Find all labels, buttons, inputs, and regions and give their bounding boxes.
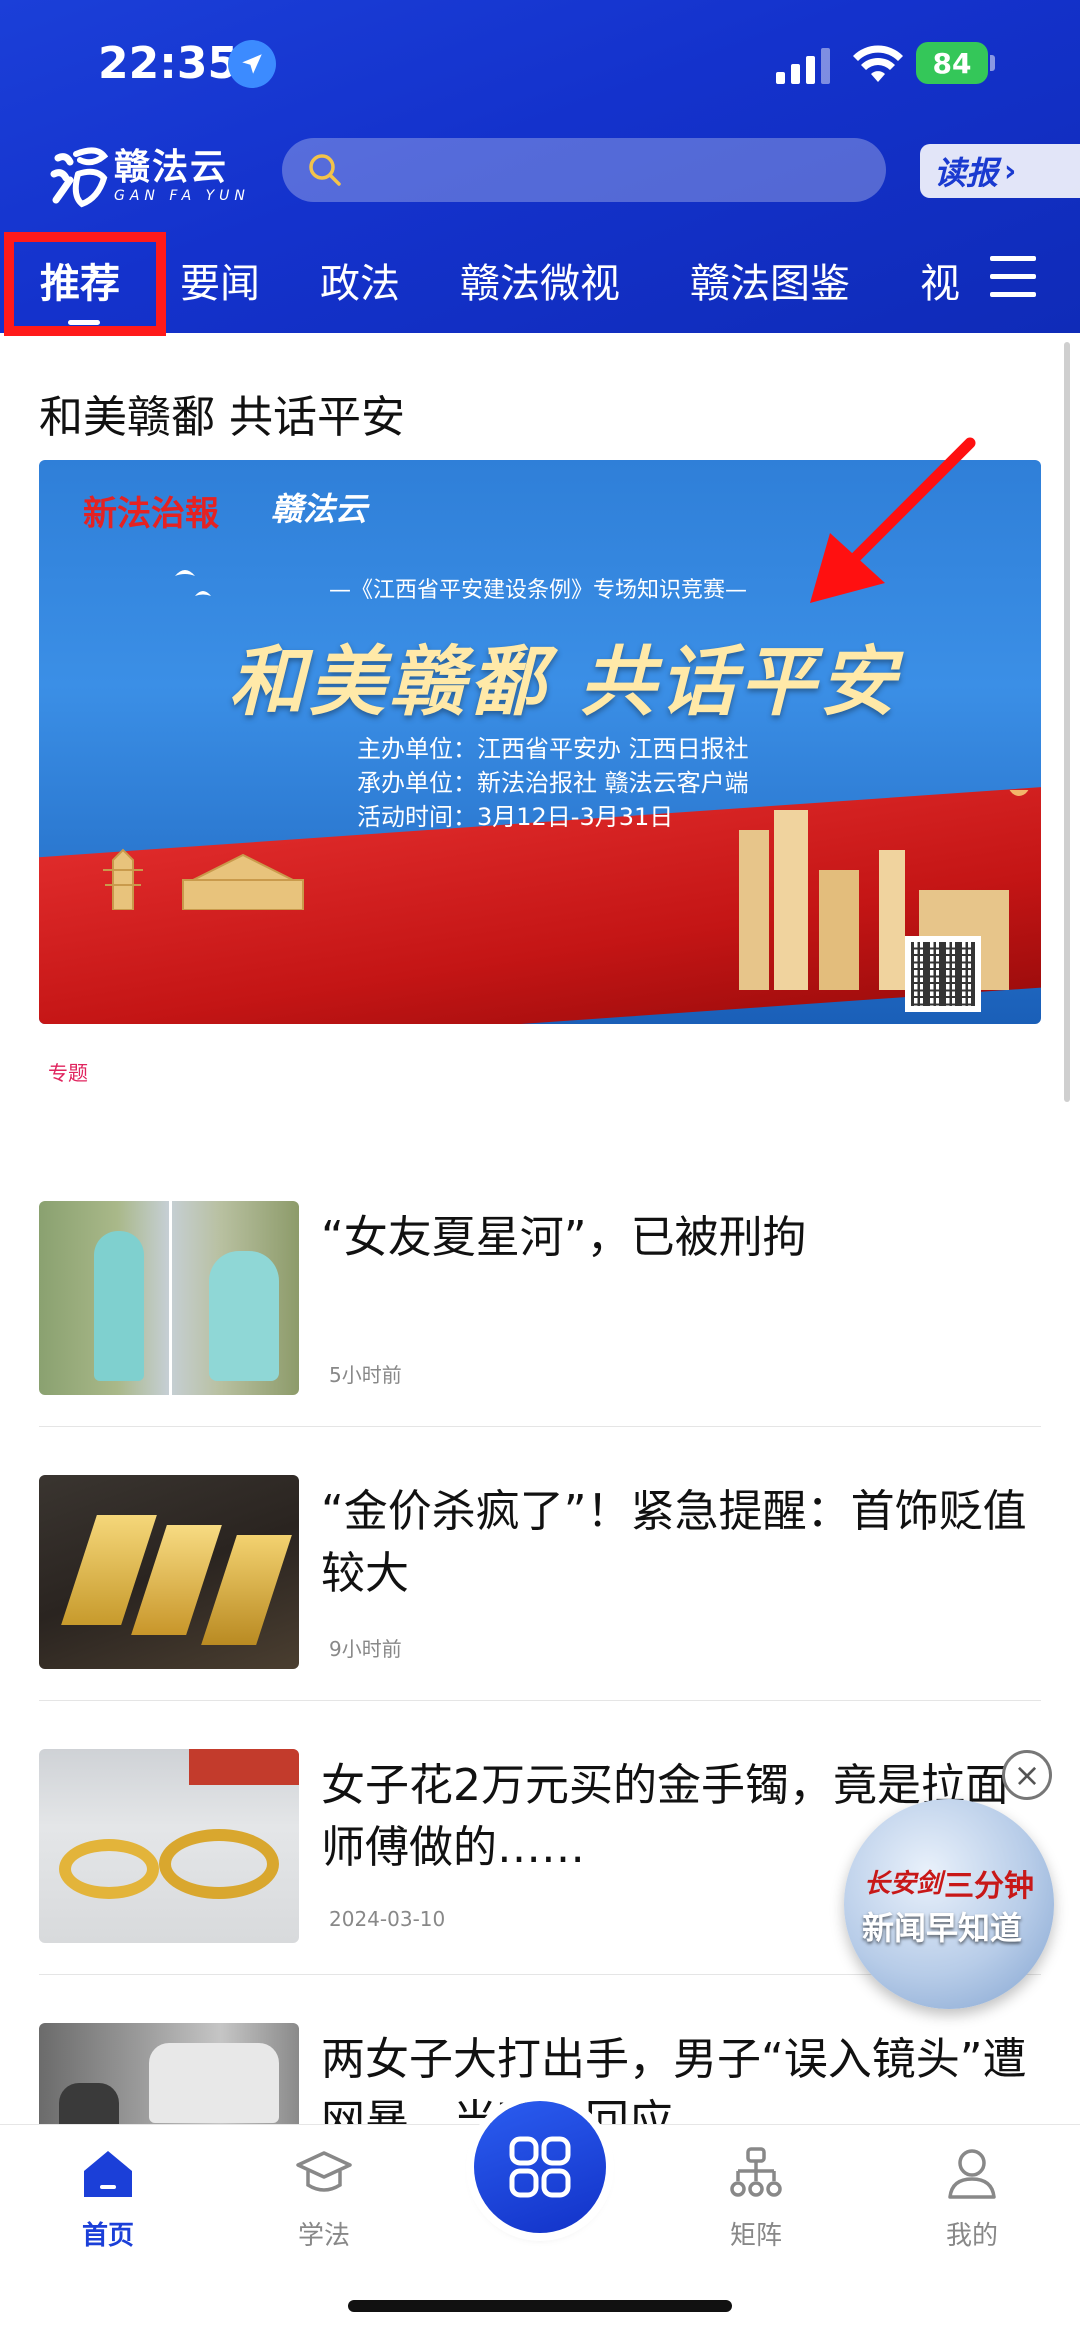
user-icon — [948, 2149, 996, 2199]
nav-matrix[interactable]: 矩阵 — [696, 2145, 816, 2252]
tab-picture-guide[interactable]: 赣法图鉴 — [690, 250, 850, 310]
tab-politics-law[interactable]: 政法 — [320, 250, 400, 310]
ad-duration-text: 三分钟 — [944, 1869, 1034, 1904]
logo-text-cn: 赣法云 — [114, 147, 229, 188]
news-thumbnail — [39, 1475, 299, 1669]
news-feed: 和美赣鄱 共话平安 新法治報 赣法云 —《江西省平安建设条例》专场知识竞赛— 和… — [0, 333, 1080, 2125]
floating-news-ad[interactable]: 长安剑 三分钟 新闻早知道 — [844, 1799, 1054, 2009]
banner-subtitle: —《江西省平安建设条例》专场知识竞赛— — [329, 578, 748, 603]
wifi-icon — [853, 45, 903, 82]
pagoda-illustration-icon — [103, 848, 304, 910]
read-newspaper-label: 读报 — [934, 154, 999, 192]
news-item[interactable]: “金价杀疯了”！紧急提醒：首饰贬值较大 9小时前 — [39, 1475, 1041, 1669]
battery-level: 84 — [932, 46, 972, 80]
nav-profile-label: 我的 — [945, 2221, 998, 2251]
news-title: 两女子大打出手，男子“误入镜头”遭网暴，当事人回应 — [321, 2034, 1027, 2125]
news-time: 5小时前 — [329, 1363, 402, 1387]
status-time: 22:35 — [98, 38, 239, 89]
ad-brand-text: 长安剑 — [864, 1869, 943, 1899]
battery-indicator: 84 — [916, 42, 988, 84]
news-thumbnail — [39, 1749, 299, 1943]
scrollbar[interactable] — [1064, 342, 1070, 1102]
chevron-right-icon: › — [1004, 153, 1017, 189]
home-icon — [84, 2151, 132, 2197]
news-thumbnail — [39, 1201, 299, 1395]
close-ad-button[interactable]: × — [1002, 1750, 1052, 1800]
ad-slogan-text: 新闻早知道 — [862, 1909, 1023, 1947]
nav-home[interactable]: 首页 — [48, 2145, 168, 2252]
cellular-signal-icon — [776, 48, 830, 84]
divider — [39, 1426, 1041, 1427]
search-icon — [309, 154, 341, 186]
logo-text-en: GAN FA YUN — [114, 188, 250, 204]
nav-study-law-label: 学法 — [297, 2221, 350, 2251]
news-thumbnail — [39, 2023, 299, 2125]
battery-nub — [990, 55, 995, 71]
banner-brand-newspaper: 新法治報 — [83, 494, 219, 534]
nav-matrix-label: 矩阵 — [729, 2221, 782, 2251]
search-bar[interactable] — [282, 138, 886, 202]
app-logo[interactable]: 赣法云 GAN FA YUN — [50, 136, 250, 216]
tab-headlines[interactable]: 要闻 — [180, 250, 260, 310]
graduation-cap-icon — [296, 2151, 352, 2192]
news-time: 9小时前 — [329, 1637, 402, 1661]
banner-info-host: 承办单位：新法治报社 赣法云客户端 — [357, 769, 749, 797]
nav-home-label: 首页 — [81, 2221, 134, 2251]
banner-title: 和美赣鄱 共话平安 — [229, 637, 900, 726]
apps-grid-icon — [509, 2136, 571, 2198]
channel-menu-icon[interactable] — [990, 256, 1036, 300]
status-bar: 22:35 84 — [0, 0, 1080, 130]
news-time: 2024-03-10 — [329, 1907, 446, 1931]
buildings-illustration-icon — [739, 790, 1029, 990]
highlight-annotation-box — [4, 232, 166, 336]
tab-video[interactable]: 视 — [920, 250, 978, 310]
banner-brand-app: 赣法云 — [271, 490, 368, 528]
home-indicator — [348, 2300, 732, 2312]
nav-profile[interactable]: 我的 — [912, 2145, 1032, 2252]
news-title: “女友夏星河”，已被刑拘 — [321, 1212, 807, 1263]
org-chart-icon — [730, 2147, 782, 2197]
banner-info-organizer: 主办单位：江西省平安办 江西日报社 — [357, 735, 749, 763]
feature-headline[interactable]: 和美赣鄱 共话平安 — [39, 381, 405, 445]
search-input[interactable] — [352, 140, 886, 200]
location-icon — [228, 40, 276, 88]
banner-info-dates: 活动时间：3月12日-3月31日 — [357, 803, 674, 831]
app-header: 赣法云 GAN FA YUN 读报 › — [0, 130, 1080, 230]
nav-study-law[interactable]: 学法 — [264, 2145, 384, 2252]
birds-decoration-icon — [175, 570, 211, 596]
divider — [39, 1700, 1041, 1701]
qr-code-icon — [905, 936, 981, 1012]
center-apps-button[interactable] — [474, 2101, 606, 2233]
red-arrow-annotation-icon — [810, 437, 976, 603]
banner-info: 主办单位：江西省平安办 江西日报社 承办单位：新法治报社 赣法云客户端 活动时间… — [357, 732, 749, 834]
topic-tag: 专题 — [48, 1061, 88, 1085]
news-title: “金价杀疯了”！紧急提醒：首饰贬值较大 — [321, 1486, 1027, 1599]
close-icon: × — [1013, 1756, 1041, 1794]
read-newspaper-button[interactable]: 读报 › — [920, 144, 1080, 198]
news-item[interactable]: “女友夏星河”，已被刑拘 5小时前 — [39, 1201, 1041, 1395]
tab-micro-video[interactable]: 赣法微视 — [460, 250, 620, 310]
logo-mark-icon — [50, 147, 108, 208]
